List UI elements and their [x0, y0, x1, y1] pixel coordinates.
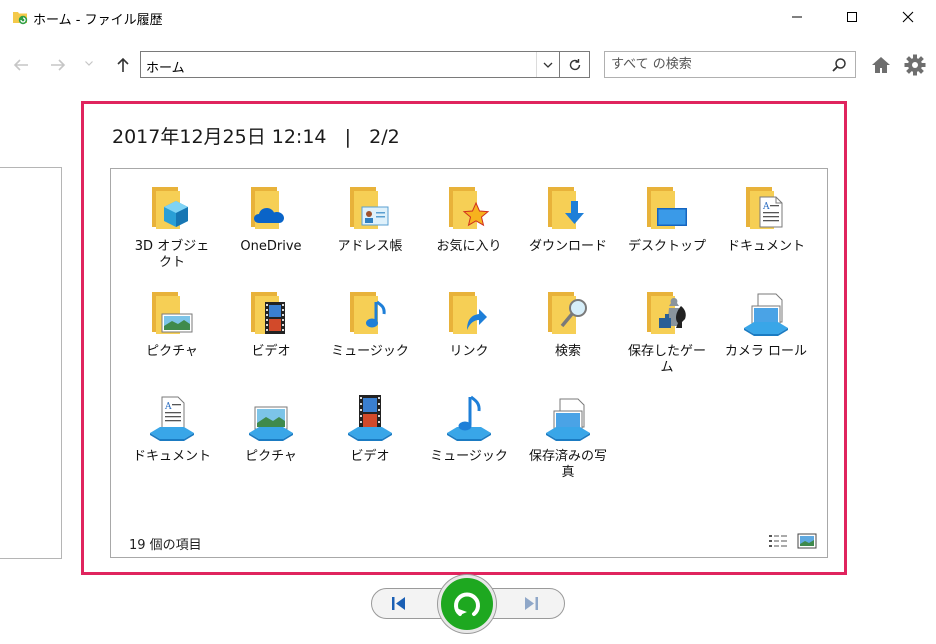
item-label: リンク [449, 344, 489, 359]
music-library-icon [447, 395, 491, 441]
item-label: 保存したゲーム [627, 344, 706, 375]
svg-text:A: A [164, 402, 172, 412]
item-documents-library[interactable]: A ドキュメント [129, 389, 215, 491]
refresh-icon [569, 58, 580, 70]
item-documents[interactable]: A ドキュメント [723, 179, 809, 281]
item-links[interactable]: リンク [426, 284, 512, 386]
item-label: お気に入り [436, 239, 502, 254]
restore-button[interactable] [438, 575, 496, 633]
item-3d-objects[interactable]: 3D オブジェクト [129, 179, 215, 281]
item-label: 検索 [554, 344, 581, 359]
title-bar: ホーム - ファイル履歴 [0, 0, 936, 34]
item-label: ミュージック [331, 344, 409, 359]
downloads-folder-icon [548, 187, 584, 229]
home-icon[interactable] [870, 54, 892, 76]
search-input[interactable] [611, 55, 821, 74]
saved-pictures-library-icon [546, 398, 590, 441]
item-pictures-library[interactable]: ピクチャ [228, 389, 314, 491]
restore-icon [454, 592, 480, 616]
searches-folder-icon [548, 292, 587, 334]
minimize-button[interactable] [774, 0, 820, 34]
maximize-button[interactable] [829, 0, 875, 34]
item-label: 保存済みの写真 [528, 449, 607, 480]
3d-objects-folder-icon [152, 187, 188, 229]
back-arrow-icon[interactable] [11, 55, 31, 75]
item-label: ミュージック [430, 449, 508, 464]
details-view-icon[interactable] [768, 533, 788, 549]
gear-icon[interactable] [903, 53, 927, 77]
desktop-folder-icon [647, 187, 687, 229]
pictures-folder-icon [152, 292, 193, 334]
previous-version-button[interactable] [383, 591, 413, 616]
saved-games-folder-icon [647, 292, 686, 334]
item-desktop[interactable]: デスクトップ [624, 179, 710, 281]
minimize-icon [792, 16, 802, 18]
music-folder-icon [350, 292, 386, 334]
item-label: デスクトップ [627, 239, 706, 254]
contacts-folder-icon [350, 187, 389, 229]
item-videos-library[interactable]: ビデオ [327, 389, 413, 491]
favorites-folder-icon [449, 187, 490, 229]
item-pictures[interactable]: ピクチャ [129, 284, 215, 386]
previous-snapshot-pane[interactable] [0, 167, 62, 559]
maximize-icon [847, 12, 857, 22]
current-snapshot-frame: 2017年12月25日 12:14 | 2/2 3D オブジェクト OneDri… [81, 101, 847, 575]
item-count-status: 19 個の項目 [129, 538, 202, 553]
documents-folder-icon: A [746, 187, 783, 229]
documents-library-icon: A [150, 396, 194, 441]
item-saved-games[interactable]: 保存したゲーム [624, 284, 710, 386]
item-downloads[interactable]: ダウンロード [525, 179, 611, 281]
videos-folder-icon [251, 292, 285, 334]
forward-arrow-icon[interactable] [48, 55, 68, 75]
file-history-app-icon [13, 12, 28, 25]
snapshot-date-and-index: 2017年12月25日 12:14 | 2/2 [112, 126, 400, 148]
close-button[interactable] [885, 0, 931, 34]
close-icon [902, 11, 914, 23]
item-label: ピクチャ [146, 344, 198, 359]
up-arrow-icon[interactable] [113, 55, 133, 75]
item-label: ドキュメント [132, 449, 211, 464]
item-music-library[interactable]: ミュージック [426, 389, 512, 491]
camera-roll-library-icon [744, 293, 788, 336]
videos-library-icon [348, 395, 392, 441]
item-favorites[interactable]: お気に入り [426, 179, 512, 281]
item-label: 3D オブジェクト [134, 239, 210, 270]
item-contacts[interactable]: アドレス帳 [327, 179, 413, 281]
address-text: ホーム [146, 61, 185, 76]
file-browser-pane: 3D オブジェクト OneDrive アドレス帳 お気に入り ダウンロード デス… [110, 168, 828, 558]
search-icon[interactable] [830, 56, 848, 74]
item-label: カメラ ロール [724, 344, 808, 359]
refresh-button[interactable] [559, 52, 589, 77]
onedrive-folder-icon [251, 187, 284, 229]
item-camera-roll[interactable]: カメラ ロール [723, 284, 809, 386]
item-label: アドレス帳 [337, 239, 403, 254]
navigation-toolbar: ホーム [0, 44, 936, 84]
address-dropdown-button[interactable] [536, 52, 558, 77]
item-label: OneDrive [240, 239, 302, 254]
pictures-library-icon [249, 406, 293, 441]
links-folder-icon [449, 292, 487, 334]
item-label: ビデオ [350, 449, 390, 464]
item-searches[interactable]: 検索 [525, 284, 611, 386]
large-icons-view-icon[interactable] [797, 533, 817, 549]
svg-text:A: A [762, 202, 770, 212]
item-label: ドキュメント [726, 239, 805, 254]
item-videos[interactable]: ビデオ [228, 284, 314, 386]
item-saved-pictures[interactable]: 保存済みの写真 [525, 389, 611, 491]
address-bar[interactable]: ホーム [140, 51, 590, 78]
next-version-button[interactable] [517, 591, 547, 616]
recent-locations-chevron-icon[interactable] [84, 58, 94, 68]
item-label: ダウンロード [528, 239, 607, 254]
item-label: ピクチャ [245, 449, 297, 464]
search-box[interactable] [604, 51, 856, 78]
item-onedrive[interactable]: OneDrive [228, 179, 314, 281]
chevron-down-icon [543, 62, 552, 68]
item-label: ビデオ [251, 344, 291, 359]
playback-controls [369, 575, 569, 635]
window-title: ホーム - ファイル履歴 [33, 13, 163, 28]
item-music[interactable]: ミュージック [327, 284, 413, 386]
